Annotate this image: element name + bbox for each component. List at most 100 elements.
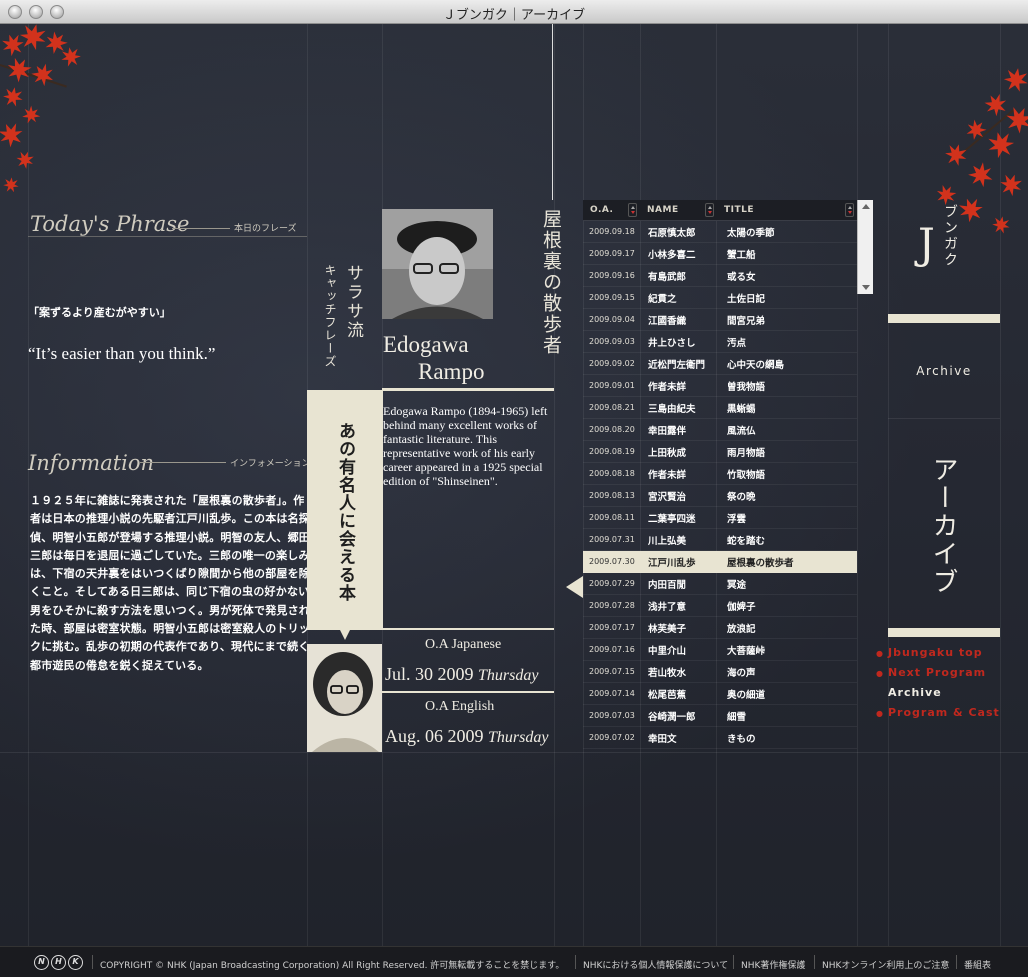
footer-divider [92,955,93,969]
information-body: １９２５年に雑誌に発表された「屋根裏の散歩者」。作者は日本の推理小説の先駆者江戸… [30,494,310,672]
table-row[interactable]: 2009.07.16 中里介山 大菩薩峠 [583,639,857,661]
cell-book-title: 心中天の網島 [727,359,785,371]
table-row[interactable]: 2009.08.21 三島由紀夫 黒蜥蜴 [583,397,857,419]
scroll-up-icon[interactable] [862,204,870,209]
cell-oa-date: 2009.09.15 [589,293,635,302]
information-heading-jp: インフォメーション [230,459,311,469]
footer-link-usage[interactable]: NHKオンライン利用上のご注意 [822,958,949,971]
cell-author-name: 林芙美子 [648,623,687,635]
table-row[interactable]: 2009.09.03 井上ひさし 汚点 [583,331,857,353]
table-row[interactable]: 2009.09.17 小林多喜二 蟹工船 [583,243,857,265]
cell-book-title: 雨月物語 [727,447,766,459]
todays-phrase-heading-jp: 本日のフレーズ [234,224,297,234]
phrase-japanese: 「案ずるより産むがやすい」 [28,306,171,319]
column-header-oa[interactable]: O.A. [583,200,640,220]
cell-book-title: 曽我物語 [727,381,766,393]
cell-book-title: 祭の晩 [727,491,756,503]
cell-oa-date: 2009.07.14 [589,689,635,698]
footer-link-schedule[interactable]: 番組表 [964,958,991,971]
table-row[interactable]: 2009.07.29 内田百閒 冥途 [583,573,857,595]
table-row[interactable]: 2009.08.19 上田秋成 雨月物語 [583,441,857,463]
site-logo-text[interactable]: ブンガク [940,204,960,268]
cell-oa-date: 2009.07.17 [589,623,635,632]
table-row[interactable]: 2009.09.01 作者未詳 曽我物語 [583,375,857,397]
footer-divider [575,955,576,969]
cell-oa-date: 2009.07.31 [589,535,635,544]
window-title: Ｊブンガク｜アーカイブ [442,8,586,23]
table-row[interactable]: 2009.07.15 若山牧水 海の声 [583,661,857,683]
table-row[interactable]: 2009.07.28 浅井了意 伽婢子 [583,595,857,617]
cell-book-title: 蛇を踏む [727,535,766,547]
footer-link-privacy[interactable]: NHKにおける個人情報保護について [583,958,728,971]
cell-book-title: 蟹工船 [727,249,756,261]
sort-icon[interactable] [628,203,637,217]
table-row[interactable]: 2009.07.02 幸田文 きもの [583,727,857,749]
table-row[interactable]: 2009.07.30 江戸川乱歩 屋根裏の散歩者 [583,551,857,573]
scroll-down-icon[interactable] [862,285,870,290]
table-row[interactable]: 2009.07.31 川上弘美 蛇を踏む [583,529,857,551]
cell-book-title: 大菩薩峠 [727,645,766,657]
cell-author-name: 幸田文 [648,733,677,745]
table-row[interactable]: 2009.07.17 林芙美子 放浪記 [583,617,857,639]
table-row[interactable]: 2009.09.18 石原慎太郎 太陽の季節 [583,221,857,243]
table-row[interactable]: 2009.08.18 作者未詳 竹取物語 [583,463,857,485]
nav-item-jbungaku-top[interactable]: ● Jbungaku top [876,646,1000,666]
footer: N H K COPYRIGHT © NHK (Japan Broadcastin… [0,946,1028,977]
cell-book-title: 浮雲 [727,513,747,525]
author-photo [382,209,493,319]
table-row[interactable]: 2009.07.14 松尾芭蕉 奥の細道 [583,683,857,705]
oa-english-label: O.A English [425,699,495,714]
table-row[interactable]: 2009.09.02 近松門左衛門 心中天の網島 [583,353,857,375]
table-row[interactable]: 2009.08.13 宮沢賢治 祭の晩 [583,485,857,507]
divider [382,691,554,693]
nhk-logo-letter: K [68,955,83,970]
phrase-english: “It’s easier than you think.” [28,344,216,363]
oa-japanese-date-text: Jul. 30 2009 [385,664,474,684]
footer-link-copyright[interactable]: NHK著作権保護 [741,958,805,971]
table-row[interactable]: 2009.08.20 幸田露伴 風流仏 [583,419,857,441]
cell-author-name: 江國香織 [648,315,687,327]
cell-book-title: 奥の細道 [727,689,766,701]
column-header-title[interactable]: TITLE [717,200,857,220]
nhk-logo[interactable]: N H K [34,955,83,970]
nav-item-program-cast[interactable]: ● Program & Cast [876,706,1000,726]
cell-oa-date: 2009.08.21 [589,403,635,412]
cell-author-name: 上田秋成 [648,447,687,459]
table-scrollbar[interactable] [857,200,873,294]
footer-divider [956,955,957,969]
cell-oa-date: 2009.07.30 [589,557,635,566]
author-last-name: Rampo [418,359,485,384]
book-title: 屋根裏の散歩者 [540,209,562,356]
todays-phrase-heading: Today's Phrase [30,212,190,236]
archive-heading: Archive [916,364,972,378]
footer-divider [814,955,815,969]
window-titlebar: Ｊブンガク｜アーカイブ [0,0,1028,24]
cell-author-name: 近松門左衛門 [648,359,706,371]
nav-item-archive[interactable]: ●Archive [876,686,1000,706]
copyright-text: COPYRIGHT © NHK (Japan Broadcasting Corp… [100,961,565,971]
site-logo-j[interactable]: J [918,219,935,268]
cell-oa-date: 2009.08.13 [589,491,635,500]
sort-icon[interactable] [705,203,714,217]
cell-author-name: 紀貫之 [648,293,677,305]
cell-oa-date: 2009.07.28 [589,601,635,610]
catch-title: サラサ流 [343,264,363,340]
table-header: O.A. NAME TITLE [583,200,857,221]
cell-book-title: 土佐日記 [727,293,766,305]
table-row[interactable]: 2009.09.15 紀貫之 土佐日記 [583,287,857,309]
column-header-name[interactable]: NAME [640,200,717,220]
cell-author-name: 有島武郎 [648,271,687,283]
oa-english-date: Aug. 06 2009 Thursday [385,726,548,747]
cell-author-name: 内田百閒 [648,579,687,591]
archive-heading-jp: アーカイブ [928,456,958,596]
nav-item-label: Jbungaku top [888,646,983,659]
table-row[interactable]: 2009.09.04 江國香織 間宮兄弟 [583,309,857,331]
sort-icon[interactable] [845,203,854,217]
divider [888,314,1000,323]
table-row[interactable]: 2009.09.16 有島武郎 或る女 [583,265,857,287]
table-row[interactable]: 2009.08.11 二葉亭四迷 浮雲 [583,507,857,529]
nav-item-next-program[interactable]: ● Next Program [876,666,1000,686]
cell-author-name: 二葉亭四迷 [648,513,696,525]
table-row[interactable]: 2009.07.03 谷崎潤一郎 細雪 [583,705,857,727]
table-body: 2009.09.18 石原慎太郎 太陽の季節 2009.09.17 小林多喜二 蟹工船 20… [583,221,857,749]
